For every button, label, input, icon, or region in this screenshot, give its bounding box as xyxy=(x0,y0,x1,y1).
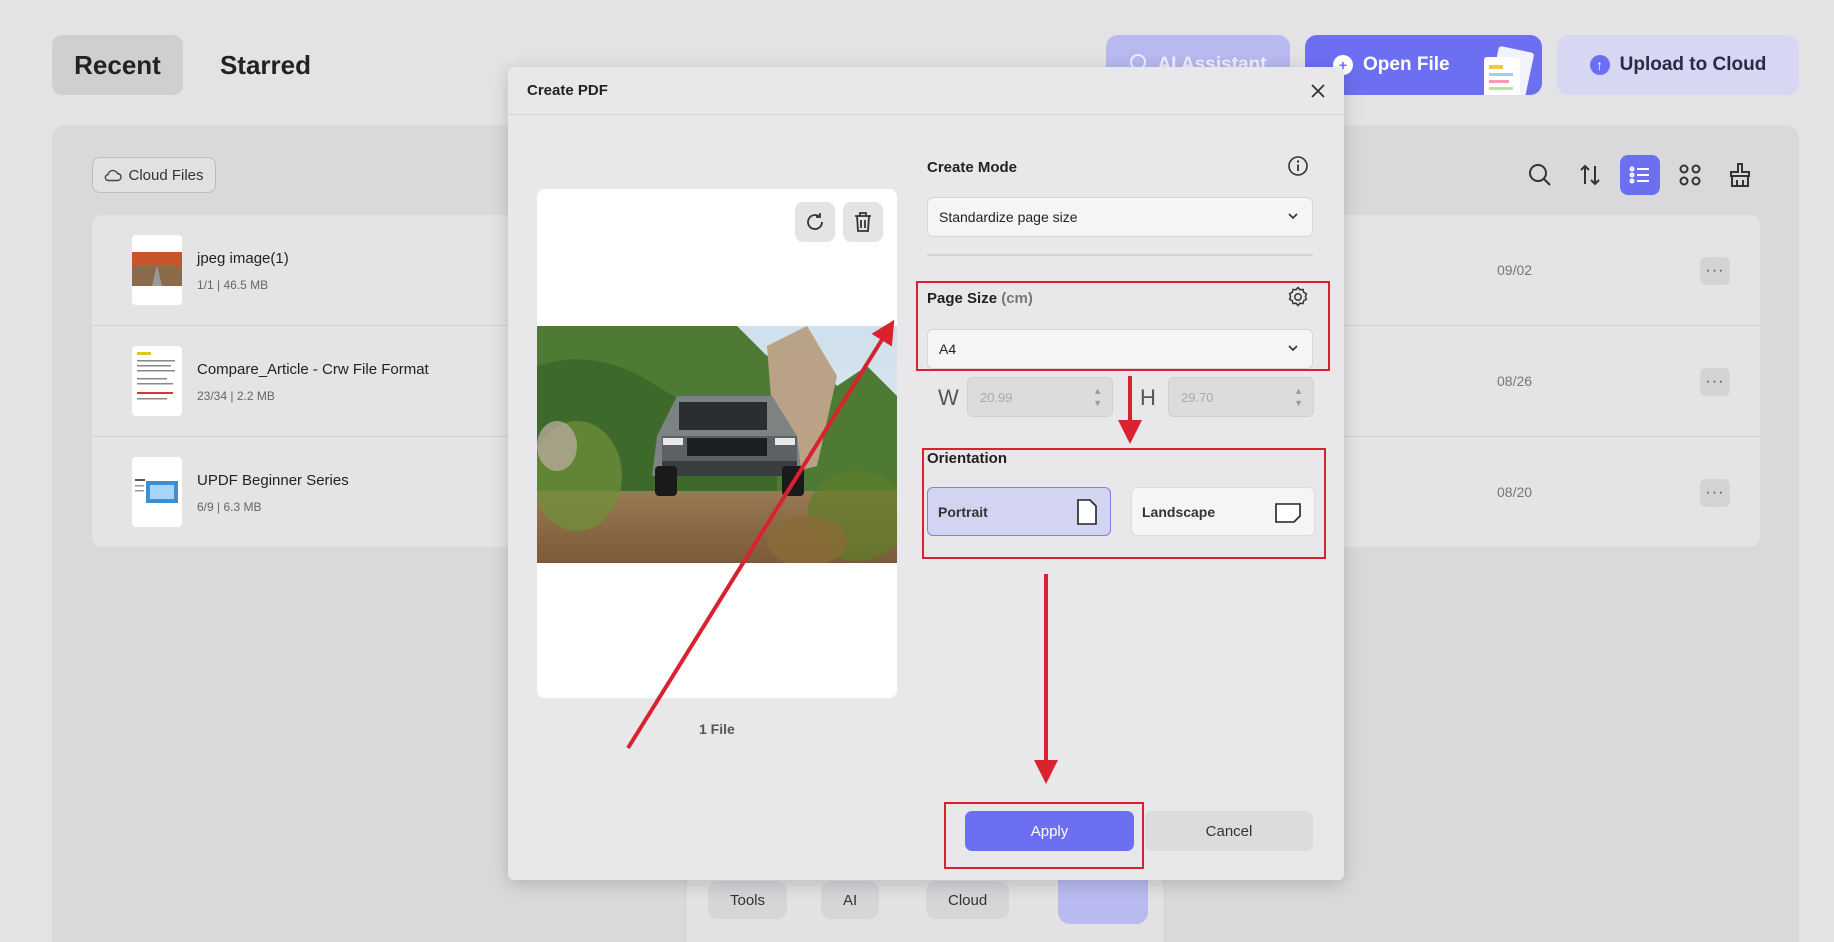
list-view-button[interactable] xyxy=(1620,155,1660,195)
height-letter: H xyxy=(1140,385,1156,410)
upload-label: Upload to Cloud xyxy=(1619,54,1767,75)
file-name: Compare_Article - Crw File Format xyxy=(197,361,429,378)
documents-illustration-icon xyxy=(1484,46,1534,95)
delete-button[interactable] xyxy=(843,202,883,242)
tab-recent[interactable]: Recent xyxy=(52,35,183,95)
close-button[interactable] xyxy=(1302,75,1334,107)
trash-icon xyxy=(855,212,871,232)
rotate-icon xyxy=(807,213,823,230)
more-options-button[interactable]: ··· xyxy=(1700,257,1730,285)
more-options-button[interactable]: ··· xyxy=(1700,479,1730,507)
create-mode-select[interactable]: Standardize page size xyxy=(927,197,1313,237)
sort-icon xyxy=(1580,164,1600,186)
chevron-down-icon xyxy=(1288,213,1298,220)
width-value: 20.99 xyxy=(980,389,1013,405)
file-meta: 23/34 | 2.2 MB xyxy=(197,389,275,403)
height-value: 29.70 xyxy=(1181,389,1214,405)
tab-starred[interactable]: Starred xyxy=(200,35,331,95)
file-thumbnail xyxy=(132,457,182,527)
cancel-button[interactable]: Cancel xyxy=(1145,811,1313,851)
grid-view-icon xyxy=(1679,164,1701,186)
cloud-files-label: Cloud Files xyxy=(128,166,204,184)
create-mode-value: Standardize page size xyxy=(939,209,1078,225)
bottom-tab-tools[interactable]: Tools xyxy=(708,881,788,919)
height-stepper-icon[interactable]: ▲ ▼ xyxy=(1294,385,1303,409)
apply-highlight xyxy=(944,802,1144,869)
page-size-highlight xyxy=(916,281,1330,371)
bottom-tab-ai[interactable]: AI xyxy=(821,881,880,919)
dialog-header: Create PDF xyxy=(508,67,1344,115)
search-icon xyxy=(1529,164,1551,186)
info-button[interactable] xyxy=(1287,155,1309,182)
file-name: UPDF Beginner Series xyxy=(197,472,349,489)
file-thumbnail xyxy=(132,235,182,305)
info-icon xyxy=(1288,156,1308,176)
view-toolbar xyxy=(1520,155,1760,195)
divider xyxy=(927,254,1313,256)
grid-view-button[interactable] xyxy=(1670,155,1710,195)
cloud-files-button[interactable]: Cloud Files xyxy=(92,157,216,193)
cloud-icon xyxy=(105,169,123,182)
sort-button[interactable] xyxy=(1570,155,1610,195)
orientation-highlight xyxy=(922,448,1326,559)
create-mode-label: Create Mode xyxy=(927,159,1018,176)
clean-button[interactable] xyxy=(1720,155,1760,195)
close-icon xyxy=(1311,84,1325,98)
dialog-title: Create PDF xyxy=(527,82,608,99)
file-name: jpeg image(1) xyxy=(197,250,289,267)
height-input[interactable]: 29.70 ▲ ▼ xyxy=(1168,377,1314,417)
width-stepper-icon[interactable]: ▲ ▼ xyxy=(1093,385,1102,409)
search-button[interactable] xyxy=(1520,155,1560,195)
file-meta: 6/9 | 6.3 MB xyxy=(197,500,262,514)
file-date: 08/26 xyxy=(1497,373,1533,389)
upload-to-cloud-button[interactable]: ↑ Upload to Cloud xyxy=(1557,35,1799,95)
broom-icon xyxy=(1730,163,1750,187)
file-date: 09/02 xyxy=(1497,262,1533,278)
more-options-button[interactable]: ··· xyxy=(1700,368,1730,396)
file-date: 08/20 xyxy=(1497,484,1533,500)
rotate-button[interactable] xyxy=(795,202,835,242)
upload-icon: ↑ xyxy=(1589,55,1610,75)
width-input[interactable]: 20.99 ▲ ▼ xyxy=(967,377,1113,417)
image-preview xyxy=(537,189,897,698)
bottom-tab-cloud[interactable]: Cloud xyxy=(926,881,1010,919)
file-count: 1 File xyxy=(699,721,735,737)
file-thumbnail xyxy=(132,346,182,416)
preview-photo xyxy=(537,326,897,563)
open-file-label: Open File xyxy=(1363,54,1450,75)
file-meta: 1/1 | 46.5 MB xyxy=(197,278,269,292)
list-view-icon xyxy=(1629,166,1649,184)
width-letter: W xyxy=(938,385,959,410)
